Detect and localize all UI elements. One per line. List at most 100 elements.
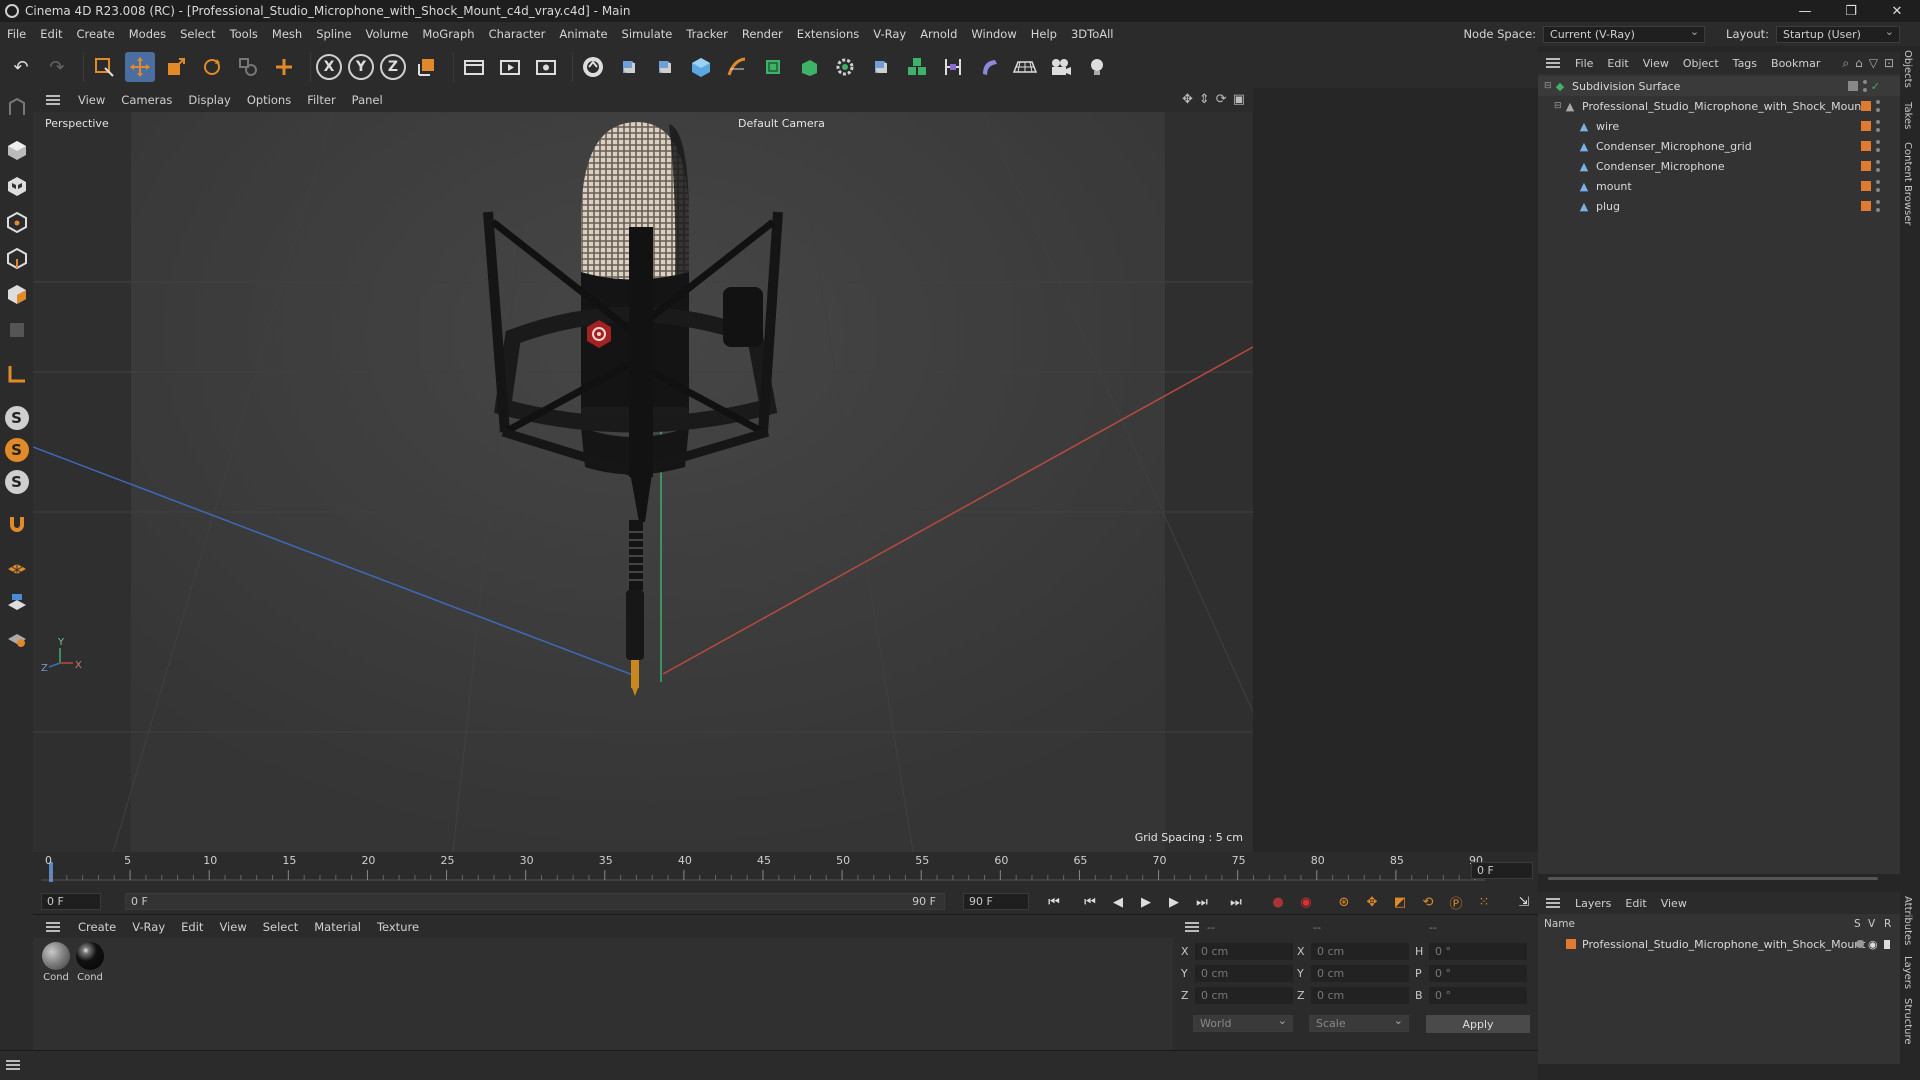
column-visible-header[interactable]: V — [1868, 918, 1875, 930]
viewport-menu-filter[interactable]: Filter — [299, 93, 343, 107]
size-z-field[interactable]: 0 cm — [1311, 987, 1409, 1004]
object-menu-object[interactable]: Object — [1676, 57, 1726, 70]
python-script-2-icon[interactable] — [650, 52, 680, 82]
material-thumbnail[interactable]: Cond — [75, 942, 105, 983]
viewport-menu-view[interactable]: View — [70, 93, 113, 107]
rot-p-field[interactable]: 0 ° — [1429, 965, 1527, 982]
layer-visible-eye-icon[interactable]: ◉ — [1868, 938, 1878, 951]
new-window-icon[interactable]: ⊡ — [1884, 56, 1894, 71]
redo-icon[interactable]: ↷ — [42, 52, 72, 82]
apply-button[interactable]: Apply — [1426, 1015, 1530, 1033]
column-render-header[interactable]: R — [1884, 918, 1891, 930]
node-space-dropdown[interactable]: Current (V-Ray) — [1543, 25, 1706, 43]
measure-icon[interactable] — [938, 52, 968, 82]
pos-y-field[interactable]: 0 cm — [1195, 965, 1293, 982]
menu-select[interactable]: Select — [173, 27, 222, 41]
material-menu-edit[interactable]: Edit — [173, 920, 211, 934]
motion-scale-icon[interactable]: ⇲ — [1513, 892, 1535, 912]
home-icon[interactable]: ⌂ — [1855, 56, 1863, 71]
model-mode-icon[interactable] — [3, 136, 31, 164]
menu-window[interactable]: Window — [964, 27, 1023, 41]
side-tab-attributes[interactable]: Attributes — [1902, 896, 1913, 945]
layer-row[interactable]: Professional_Studio_Microphone_with_Shoc… — [1538, 934, 1900, 954]
tree-row-microphone[interactable]: ▲ Condenser_Microphone — [1538, 156, 1900, 176]
rot-h-field[interactable]: 0 ° — [1429, 943, 1527, 960]
menu-tracker[interactable]: Tracker — [679, 27, 735, 41]
minimize-button[interactable]: — — [1782, 0, 1828, 22]
next-key-icon[interactable]: ⏭ — [1191, 892, 1213, 912]
viewport-move-icon[interactable]: ✥ — [1182, 92, 1193, 107]
viewport-hamburger-icon[interactable] — [46, 95, 60, 105]
move-icon[interactable] — [125, 52, 155, 82]
layer-solo-icon[interactable] — [1856, 940, 1864, 948]
menu-mograph[interactable]: MoGraph — [415, 27, 481, 41]
menu-vray[interactable]: V-Ray — [866, 27, 913, 41]
scale-icon[interactable] — [161, 52, 191, 82]
object-axis-mode-icon[interactable] — [3, 316, 31, 344]
workplane-icon[interactable] — [3, 360, 31, 388]
recent-tool-icon[interactable] — [233, 52, 263, 82]
size-x-field[interactable]: 0 cm — [1311, 943, 1409, 960]
previous-key-icon[interactable]: ⏮ — [1079, 892, 1101, 912]
close-button[interactable]: ✕ — [1874, 0, 1920, 22]
viewport-perspective[interactable]: Y X Z Perspective Default Camera Grid Sp… — [33, 112, 1253, 852]
tree-row-plug[interactable]: ▲ plug — [1538, 196, 1900, 216]
search-icon[interactable]: ⌕ — [1842, 56, 1849, 71]
collapse-icon[interactable]: ⊟ — [1544, 81, 1554, 91]
layer-color-swatch[interactable] — [1566, 939, 1576, 949]
key-position-icon[interactable]: ✥ — [1361, 892, 1383, 912]
edge-mode-icon[interactable] — [3, 244, 31, 272]
texture-mode-icon[interactable] — [3, 172, 31, 200]
grid-plane-icon[interactable] — [3, 552, 31, 580]
key-scale-icon[interactable]: ◩ — [1389, 892, 1411, 912]
visibility-dots-icon[interactable] — [1876, 100, 1880, 112]
render-to-picture-viewer-icon[interactable] — [495, 52, 525, 82]
side-tab-layers[interactable]: Layers — [1902, 956, 1913, 989]
snap-icon[interactable]: S — [4, 406, 29, 430]
pen-spline-icon[interactable] — [722, 52, 752, 82]
sculpt-grid-icon[interactable] — [3, 588, 31, 616]
extrude-icon[interactable] — [794, 52, 824, 82]
subdivision-surface-icon[interactable] — [758, 52, 788, 82]
visibility-dots-icon[interactable] — [1876, 160, 1880, 172]
menu-animate[interactable]: Animate — [552, 27, 614, 41]
render-view-icon[interactable] — [459, 52, 489, 82]
visibility-dots-icon[interactable] — [1876, 140, 1880, 152]
menu-character[interactable]: Character — [482, 27, 553, 41]
layers-menu-layers[interactable]: Layers — [1568, 897, 1618, 910]
rot-b-field[interactable]: 0 ° — [1429, 987, 1527, 1004]
object-menu-view[interactable]: View — [1636, 57, 1676, 70]
tree-row-subdivision-surface[interactable]: ⊟ ◆ Subdivision Surface ✓ — [1538, 76, 1900, 96]
record-icon[interactable]: ● — [1267, 892, 1289, 912]
menu-volume[interactable]: Volume — [359, 27, 416, 41]
end-frame-field[interactable]: 90 F — [963, 893, 1029, 910]
size-y-field[interactable]: 0 cm — [1311, 965, 1409, 982]
tree-row-microphone-root[interactable]: ⊟ ▲ Professional_Studio_Microphone_with_… — [1538, 96, 1900, 116]
material-menu-texture[interactable]: Texture — [369, 920, 427, 934]
status-hamburger-icon[interactable] — [6, 1060, 20, 1070]
point-mode-icon[interactable] — [3, 208, 31, 236]
menu-arnold[interactable]: Arnold — [913, 27, 964, 41]
frame-range-slider[interactable]: 0 F 90 F — [125, 893, 945, 910]
cube-primitive-icon[interactable] — [686, 52, 716, 82]
coordinate-system-icon[interactable] — [412, 52, 442, 82]
material-menu-vray[interactable]: V-Ray — [124, 920, 173, 934]
keyframe-selection-icon[interactable]: ⊛ — [1333, 892, 1355, 912]
go-to-start-icon[interactable]: ⏮ — [1043, 892, 1065, 912]
go-to-end-icon[interactable]: ⏭ — [1225, 892, 1247, 912]
menu-modes[interactable]: Modes — [122, 27, 173, 41]
object-hamburger-icon[interactable] — [1546, 58, 1560, 68]
side-tab-takes[interactable]: Takes — [1902, 102, 1913, 129]
axis-y-toggle[interactable]: Y — [348, 54, 374, 80]
timeline-ruler[interactable]: 0 5 10 15 20 25 30 35 40 45 50 55 60 65 70 75 80 85 90 0 F — [33, 852, 1538, 890]
object-menu-tags[interactable]: Tags — [1726, 57, 1764, 70]
column-name-header[interactable]: Name — [1544, 918, 1575, 930]
rotate-icon[interactable] — [197, 52, 227, 82]
pos-z-field[interactable]: 0 cm — [1195, 987, 1293, 1004]
previous-frame-icon[interactable]: ◀ — [1107, 892, 1129, 912]
autokey-icon[interactable]: ◉ — [1295, 892, 1317, 912]
viewport-menu-panel[interactable]: Panel — [344, 93, 391, 107]
active-camera-label[interactable]: Default Camera — [738, 117, 825, 130]
menu-edit[interactable]: Edit — [33, 27, 69, 41]
current-frame-field[interactable]: 0 F — [1471, 862, 1533, 879]
